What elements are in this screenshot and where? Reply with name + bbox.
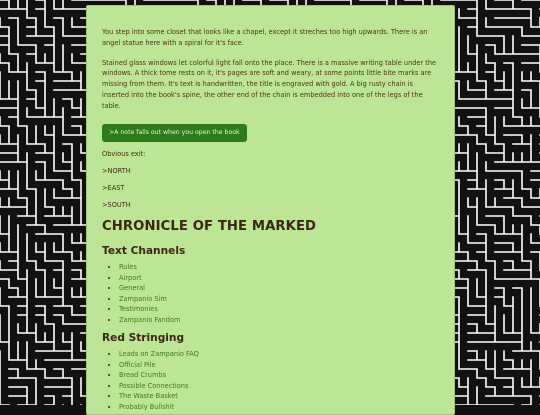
list-item: Probably Bullshit	[119, 402, 439, 413]
list-item: The Waste Basket	[119, 391, 439, 402]
red-stringing-list: Leads on Zampanio FAQ Official Pile Brea…	[102, 349, 439, 412]
channel-link-testimonies[interactable]: Testimonies	[119, 305, 158, 313]
exits-label: Obvious exit:	[102, 149, 146, 158]
text-channels-list: Rules Airport General Zampanio Sim Testi…	[102, 262, 439, 325]
exit-south-link[interactable]: >SOUTH	[102, 200, 439, 210]
stringing-link-leads-faq[interactable]: Leads on Zampanio FAQ	[119, 350, 199, 358]
stringing-link-official-pile[interactable]: Official Pile	[119, 361, 156, 369]
list-item: Rules	[119, 262, 439, 273]
list-item: Zampanio Sim	[119, 294, 439, 305]
text-channels-heading: Text Channels	[102, 245, 186, 258]
room-intro-text: You step into some closet that looks lik…	[102, 28, 428, 47]
channel-link-zampanio-sim[interactable]: Zampanio Sim	[119, 295, 167, 303]
channel-link-zampanio-fandom[interactable]: Zampanio Fandom	[119, 316, 180, 324]
list-item: Bread Crumbs	[119, 370, 439, 381]
exit-north-link[interactable]: >NORTH	[102, 166, 439, 176]
list-item: Airport	[119, 273, 439, 284]
red-stringing-heading: Red Stringing	[102, 332, 185, 345]
exit-east-link[interactable]: >EAST	[102, 183, 439, 193]
room-description-text: Stained glass windows let colorful light…	[102, 58, 437, 110]
list-item: Testimonies	[119, 304, 439, 315]
channel-link-airport[interactable]: Airport	[119, 274, 142, 282]
page-title: CHRONICLE OF THE MARKED	[102, 219, 317, 235]
list-item: Zampanio Fandom	[119, 315, 439, 326]
stringing-link-bread-crumbs[interactable]: Bread Crumbs	[119, 371, 166, 379]
content-panel: You step into some closet that looks lik…	[86, 5, 455, 415]
open-book-button[interactable]: >A note falls out when you open the book	[102, 123, 247, 142]
list-item: Possible Connections	[119, 381, 439, 392]
channel-link-rules[interactable]: Rules	[119, 263, 137, 271]
channel-link-general[interactable]: General	[119, 284, 145, 292]
stringing-link-waste-basket[interactable]: The Waste Basket	[119, 392, 178, 400]
list-item: General	[119, 283, 439, 294]
list-item: Leads on Zampanio FAQ	[119, 349, 439, 360]
stringing-link-probably-bullshit[interactable]: Probably Bullshit	[119, 403, 174, 411]
stringing-link-possible-connections[interactable]: Possible Connections	[119, 382, 188, 390]
list-item: Official Pile	[119, 360, 439, 371]
